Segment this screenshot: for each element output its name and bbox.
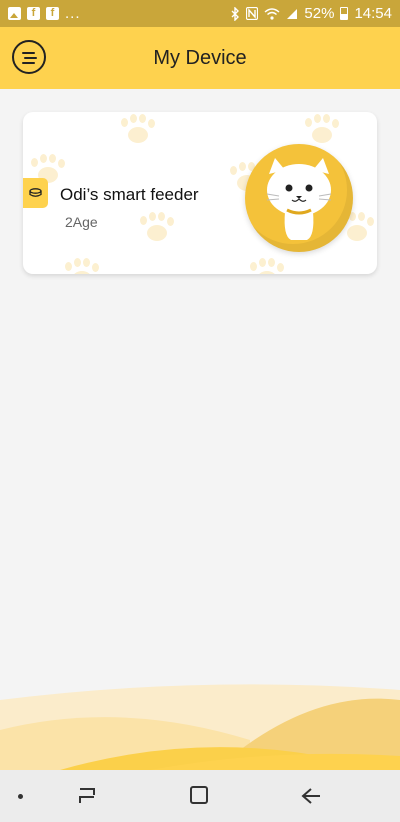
feeder-bowl-icon	[29, 188, 42, 197]
nfc-icon	[246, 7, 259, 20]
recent-apps-icon[interactable]	[76, 786, 98, 806]
bottom-wave-decoration	[0, 684, 400, 770]
page-title: My Device	[153, 46, 247, 69]
gallery-icon	[8, 7, 21, 20]
more-notifications-text: ...	[65, 5, 81, 22]
status-bar: f f ... 52% 14:54	[0, 0, 400, 27]
facebook-icon: f	[27, 7, 40, 20]
status-system: 52% 14:54	[231, 5, 392, 22]
cat-illustration	[266, 158, 332, 240]
signal-icon	[287, 9, 298, 19]
facebook-icon: f	[46, 7, 59, 20]
back-icon[interactable]	[300, 786, 322, 806]
device-name: Odi’s smart feeder	[60, 185, 199, 204]
battery-percent: 52%	[304, 5, 335, 22]
device-card[interactable]: Odi’s smart feeder 2Age	[23, 112, 377, 274]
dot-indicator	[18, 794, 23, 799]
app-header: My Device	[0, 27, 400, 89]
home-icon[interactable]	[190, 786, 208, 804]
status-notifications: f f ...	[8, 5, 81, 22]
clock: 14:54	[354, 5, 392, 22]
navigation-bar	[0, 770, 400, 822]
bluetooth-icon	[231, 6, 240, 21]
wifi-icon	[264, 8, 280, 20]
menu-icon[interactable]	[12, 40, 46, 74]
battery-icon	[340, 7, 349, 20]
device-type-tag	[23, 178, 48, 208]
device-age: 2Age	[65, 214, 98, 230]
cat-avatar	[245, 144, 353, 252]
